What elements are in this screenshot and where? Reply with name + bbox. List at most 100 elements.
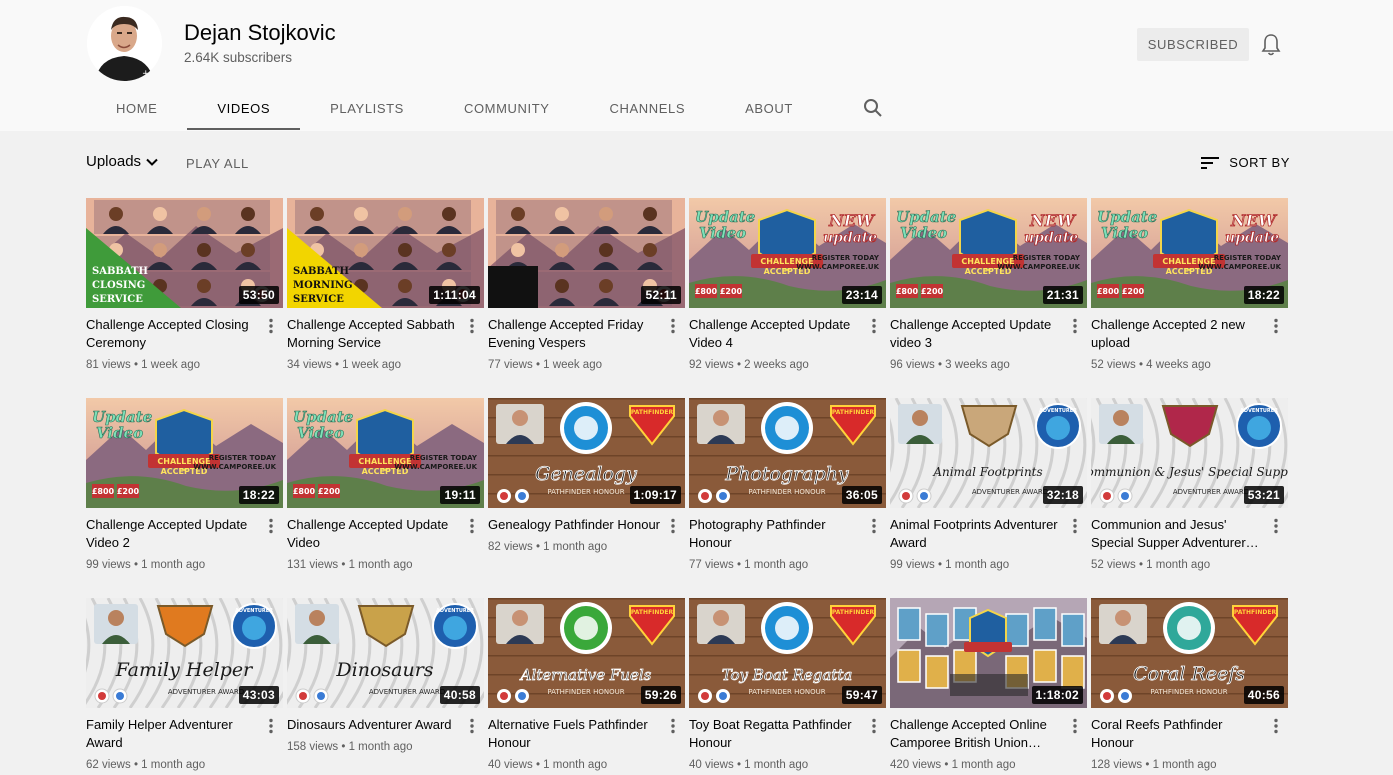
video-card[interactable]: PATHFINDER Toy Boat Regatta PATHFINDER HON… xyxy=(689,598,886,775)
channel-avatar[interactable]: + xyxy=(87,6,162,81)
video-card[interactable]: CHALLENGE ACCEPTED Update Video REGISTER TOD… xyxy=(287,398,484,575)
svg-text:WWW.CAMPOREE.UK: WWW.CAMPOREE.UK xyxy=(394,463,477,471)
video-title[interactable]: Toy Boat Regatta Pathfinder Honour xyxy=(689,716,864,752)
video-grid: SABBATH CLOSING SERVICE 53:50 Challenge Acce… xyxy=(86,198,1290,775)
stats-separator: • xyxy=(1135,359,1147,371)
tab-playlists[interactable]: PLAYLISTS xyxy=(300,86,434,130)
channel-search-icon[interactable] xyxy=(853,86,893,130)
video-title[interactable]: Challenge Accepted Update Video 4 xyxy=(689,316,864,352)
more-options-icon[interactable] xyxy=(1071,518,1079,534)
video-thumbnail[interactable]: ADVENTURER Animal Footprints ADVENTURER AW… xyxy=(890,398,1087,508)
video-title[interactable]: Challenge Accepted Online Camporee Briti… xyxy=(890,716,1065,752)
video-title[interactable]: Animal Footprints Adventurer Award xyxy=(890,516,1065,552)
video-title[interactable]: Coral Reefs Pathfinder Honour xyxy=(1091,716,1266,752)
video-card[interactable]: ADVENTURER Family Helper ADVENTURER AWARD 4… xyxy=(86,598,283,775)
video-thumbnail[interactable]: ADVENTURER Family Helper ADVENTURER AWARD 4… xyxy=(86,598,283,708)
video-card[interactable]: CHALLENGE ACCEPTED Update Video NEW update REG… xyxy=(890,198,1087,375)
tab-videos[interactable]: VIDEOS xyxy=(187,86,300,130)
video-thumbnail[interactable]: SABBATH CLOSING SERVICE 53:50 xyxy=(86,198,283,308)
video-card[interactable]: PATHFINDER Genealogy PATHFINDER HONOUR 1:09… xyxy=(488,398,685,575)
video-title[interactable]: Challenge Accepted Update video 3 xyxy=(890,316,1065,352)
more-options-icon[interactable] xyxy=(870,318,878,334)
tab-channels[interactable]: CHANNELS xyxy=(580,86,716,130)
tab-home[interactable]: HOME xyxy=(86,86,187,130)
upload-age: 1 month ago xyxy=(141,559,206,571)
video-thumbnail[interactable]: PATHFINDER Photography PATHFINDER HONOUR 36… xyxy=(689,398,886,508)
video-card[interactable]: ADVENTURER Communion & Jesus' Special Sup… xyxy=(1091,398,1288,575)
video-title[interactable]: Challenge Accepted Friday Evening Vesper… xyxy=(488,316,663,352)
video-thumbnail[interactable]: CHALLENGE ACCEPTED Update Video REGISTER TOD… xyxy=(86,398,283,508)
video-card[interactable]: CHALLENGE ACCEPTED Update Video NEW update REG… xyxy=(1091,198,1288,375)
video-title[interactable]: Challenge Accepted Update Video 2 xyxy=(86,516,261,552)
video-title[interactable]: Challenge Accepted Sabbath Morning Servi… xyxy=(287,316,462,352)
video-title[interactable]: Alternative Fuels Pathfinder Honour xyxy=(488,716,663,752)
video-card[interactable]: CHALLENGE ACCEPTED Update Video REGISTER TOD… xyxy=(86,398,283,575)
svg-text:REGISTER TODAY: REGISTER TODAY xyxy=(1013,254,1081,262)
video-title[interactable]: Genealogy Pathfinder Honour xyxy=(488,516,663,534)
video-title[interactable]: Challenge Accepted Update Video xyxy=(287,516,462,552)
stats-separator: • xyxy=(532,359,544,371)
video-title[interactable]: Challenge Accepted 2 new upload xyxy=(1091,316,1266,352)
view-count: 420 views xyxy=(890,759,942,771)
more-options-icon[interactable] xyxy=(1071,318,1079,334)
tab-about[interactable]: ABOUT xyxy=(715,86,823,130)
video-title[interactable]: Challenge Accepted Closing Ceremony xyxy=(86,316,261,352)
play-all-button[interactable]: PLAY ALL xyxy=(186,156,249,171)
upload-age: 1 week ago xyxy=(543,359,602,371)
video-thumbnail[interactable]: CHALLENGE ACCEPTED Update Video NEW update REG… xyxy=(890,198,1087,308)
more-options-icon[interactable] xyxy=(870,718,878,734)
more-options-icon[interactable] xyxy=(267,718,275,734)
video-card[interactable]: PATHFINDER Alternative Fuels PATHFINDER HO… xyxy=(488,598,685,775)
video-thumbnail[interactable]: CHALLENGE ACCEPTED Update Video REGISTER TOD… xyxy=(287,398,484,508)
video-thumbnail[interactable]: PATHFINDER Alternative Fuels PATHFINDER HO… xyxy=(488,598,685,708)
video-card[interactable]: PATHFINDER Coral Reefs PATHFINDER HONOUR 40… xyxy=(1091,598,1288,775)
video-thumbnail[interactable]: CHALLENGE ACCEPTED Update Video NEW update REG… xyxy=(689,198,886,308)
more-options-icon[interactable] xyxy=(468,718,476,734)
more-options-icon[interactable] xyxy=(870,518,878,534)
video-duration: 53:21 xyxy=(1243,486,1284,504)
video-card[interactable]: ADVENTURER Animal Footprints ADVENTURER AW… xyxy=(890,398,1087,575)
video-card[interactable]: SABBATH MORNING SERVICE 1:11:04 Challenge Ac… xyxy=(287,198,484,375)
video-thumbnail[interactable]: PATHFINDER Coral Reefs PATHFINDER HONOUR 40… xyxy=(1091,598,1288,708)
svg-text:Genealogy: Genealogy xyxy=(535,463,637,485)
video-card[interactable]: CHALLENGE ACCEPTED Update Video NEW update REG… xyxy=(689,198,886,375)
video-card[interactable]: ADVENTURER Dinosaurs ADVENTURER AWARD 40:58… xyxy=(287,598,484,775)
video-title[interactable]: Photography Pathfinder Honour xyxy=(689,516,864,552)
video-thumbnail[interactable]: ADVENTURER Communion & Jesus' Special Sup… xyxy=(1091,398,1288,508)
more-options-icon[interactable] xyxy=(468,318,476,334)
more-options-icon[interactable] xyxy=(1071,718,1079,734)
video-thumbnail[interactable]: PATHFINDER Toy Boat Regatta PATHFINDER HON… xyxy=(689,598,886,708)
more-options-icon[interactable] xyxy=(267,318,275,334)
svg-text:£200: £200 xyxy=(1122,287,1145,296)
video-title[interactable]: Communion and Jesus' Special Supper Adve… xyxy=(1091,516,1266,552)
uploads-dropdown[interactable]: Uploads xyxy=(86,153,159,170)
more-options-icon[interactable] xyxy=(669,518,677,534)
video-thumbnail[interactable]: CHALLENGE ACCEPTED Update Video NEW update REG… xyxy=(1091,198,1288,308)
more-options-icon[interactable] xyxy=(1272,318,1280,334)
more-options-icon[interactable] xyxy=(468,518,476,534)
more-options-icon[interactable] xyxy=(1272,718,1280,734)
video-card[interactable]: 52:11 Challenge Accepted Friday Evening V… xyxy=(488,198,685,375)
more-options-icon[interactable] xyxy=(669,718,677,734)
video-card[interactable]: SABBATH CLOSING SERVICE 53:50 Challenge Acce… xyxy=(86,198,283,375)
sort-icon xyxy=(1201,156,1220,169)
video-thumbnail[interactable]: PATHFINDER Genealogy PATHFINDER HONOUR 1:09… xyxy=(488,398,685,508)
video-title[interactable]: Dinosaurs Adventurer Award xyxy=(287,716,462,734)
video-title[interactable]: Family Helper Adventurer Award xyxy=(86,716,261,752)
video-thumbnail[interactable]: 1:18:02 xyxy=(890,598,1087,708)
more-options-icon[interactable] xyxy=(267,518,275,534)
notification-bell-icon[interactable] xyxy=(1260,33,1282,57)
more-options-icon[interactable] xyxy=(1272,518,1280,534)
svg-text:CLOSING: CLOSING xyxy=(92,280,145,291)
video-thumbnail[interactable]: SABBATH MORNING SERVICE 1:11:04 xyxy=(287,198,484,308)
video-thumbnail[interactable]: 52:11 xyxy=(488,198,685,308)
video-thumbnail[interactable]: ADVENTURER Dinosaurs ADVENTURER AWARD 40:58 xyxy=(287,598,484,708)
video-card[interactable]: 1:18:02 Challenge Accepted Online Campore… xyxy=(890,598,1087,775)
subscribed-button[interactable]: SUBSCRIBED xyxy=(1137,28,1249,61)
sort-by-button[interactable]: SORT BY xyxy=(1201,155,1290,170)
more-options-icon[interactable] xyxy=(669,318,677,334)
view-count: 52 views xyxy=(1091,359,1136,371)
video-card[interactable]: PATHFINDER Photography PATHFINDER HONOUR 36… xyxy=(689,398,886,575)
video-duration: 52:11 xyxy=(641,286,681,304)
tab-community[interactable]: COMMUNITY xyxy=(434,86,580,130)
